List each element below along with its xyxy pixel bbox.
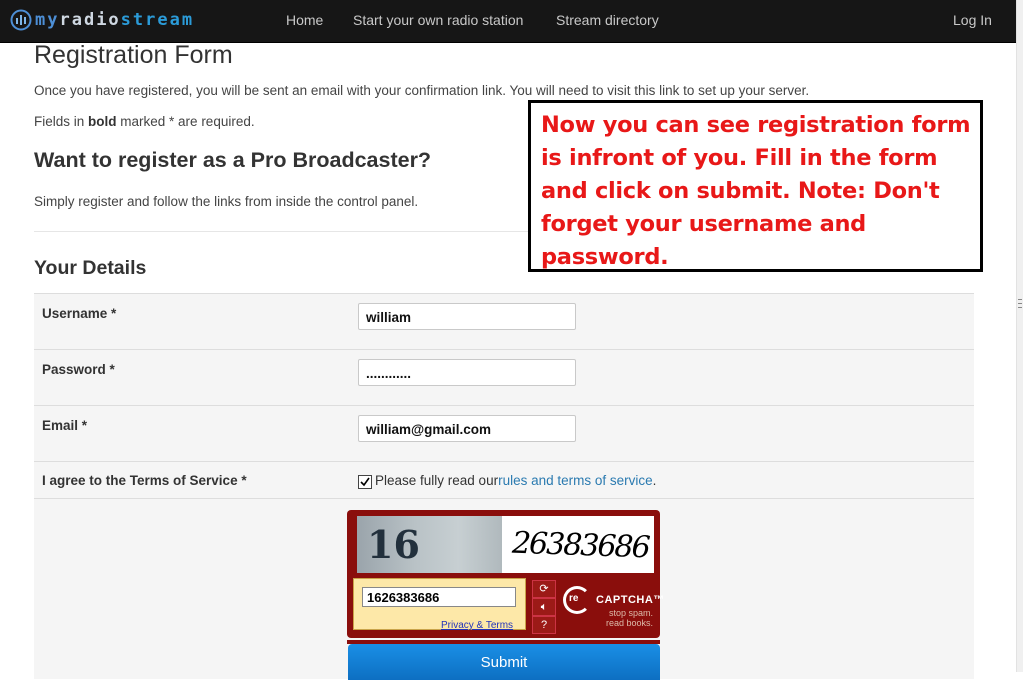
captcha-image: 16 26383686 bbox=[357, 516, 654, 573]
help-icon[interactable]: ? bbox=[532, 616, 556, 634]
nav-link-start-station[interactable]: Start your own radio station bbox=[353, 12, 523, 28]
email-input[interactable]: william@gmail.com bbox=[358, 415, 576, 442]
tos-text: Please fully read our bbox=[375, 473, 499, 488]
brand-logo[interactable]: myradiostream bbox=[10, 8, 194, 32]
pro-heading: Want to register as a Pro Broadcaster? bbox=[34, 148, 432, 172]
email-label: Email * bbox=[42, 418, 88, 433]
page-title: Registration Form bbox=[34, 41, 233, 69]
username-row: Username * william bbox=[34, 293, 974, 350]
annotation-text: Now you can see registration form is inf… bbox=[541, 112, 971, 270]
details-heading: Your Details bbox=[34, 257, 147, 279]
email-row: Email * william@gmail.com bbox=[34, 405, 974, 462]
brand-name: myradiostream bbox=[35, 10, 195, 30]
vertical-scrollbar[interactable] bbox=[1016, 0, 1023, 672]
tos-link[interactable]: rules and terms of service bbox=[498, 473, 653, 488]
checkmark-icon bbox=[360, 477, 370, 486]
captcha-word: 26383686 bbox=[511, 525, 650, 566]
tos-row: I agree to the Terms of Service * Please… bbox=[34, 461, 974, 499]
password-row: Password * ............ bbox=[34, 349, 974, 406]
audio-icon[interactable]: 🔈︎ bbox=[532, 598, 556, 616]
scrollbar-grip-icon[interactable] bbox=[1017, 296, 1023, 310]
captcha-photo: 16 bbox=[357, 516, 502, 573]
recaptcha-logo: re CAPTCHA™ stop spam. read books. bbox=[561, 582, 664, 628]
required-note: Fields in bold marked * are required. bbox=[34, 114, 255, 129]
annotation-callout: Now you can see registration form is inf… bbox=[528, 100, 983, 272]
nav-link-stream-directory[interactable]: Stream directory bbox=[556, 12, 659, 28]
password-input[interactable]: ............ bbox=[358, 359, 576, 386]
captcha-input-box: 1626383686 Privacy & Terms bbox=[353, 578, 526, 631]
refresh-icon[interactable]: ⟳ bbox=[532, 580, 556, 598]
captcha-input[interactable]: 1626383686 bbox=[362, 587, 516, 607]
nav-link-home[interactable]: Home bbox=[286, 12, 323, 28]
captcha-privacy-link[interactable]: Privacy & Terms bbox=[441, 620, 513, 631]
intro-text: Once you have registered, you will be se… bbox=[34, 83, 810, 98]
tos-label: I agree to the Terms of Service * bbox=[42, 473, 247, 488]
username-label: Username * bbox=[42, 306, 117, 321]
password-label: Password * bbox=[42, 362, 115, 377]
pro-text: Simply register and follow the links fro… bbox=[34, 194, 419, 209]
tos-agreement: Please fully read our rules and terms of… bbox=[358, 473, 656, 489]
username-input[interactable]: william bbox=[358, 303, 576, 330]
submit-button[interactable]: Submit bbox=[348, 644, 660, 680]
top-navbar: myradiostream Home Start your own radio … bbox=[0, 0, 1023, 43]
tos-checkbox[interactable] bbox=[358, 474, 372, 489]
recaptcha-widget: 16 26383686 1626383686 Privacy & Terms ⟳… bbox=[347, 510, 664, 638]
radio-wave-icon bbox=[10, 9, 32, 31]
nav-link-login[interactable]: Log In bbox=[953, 12, 992, 28]
